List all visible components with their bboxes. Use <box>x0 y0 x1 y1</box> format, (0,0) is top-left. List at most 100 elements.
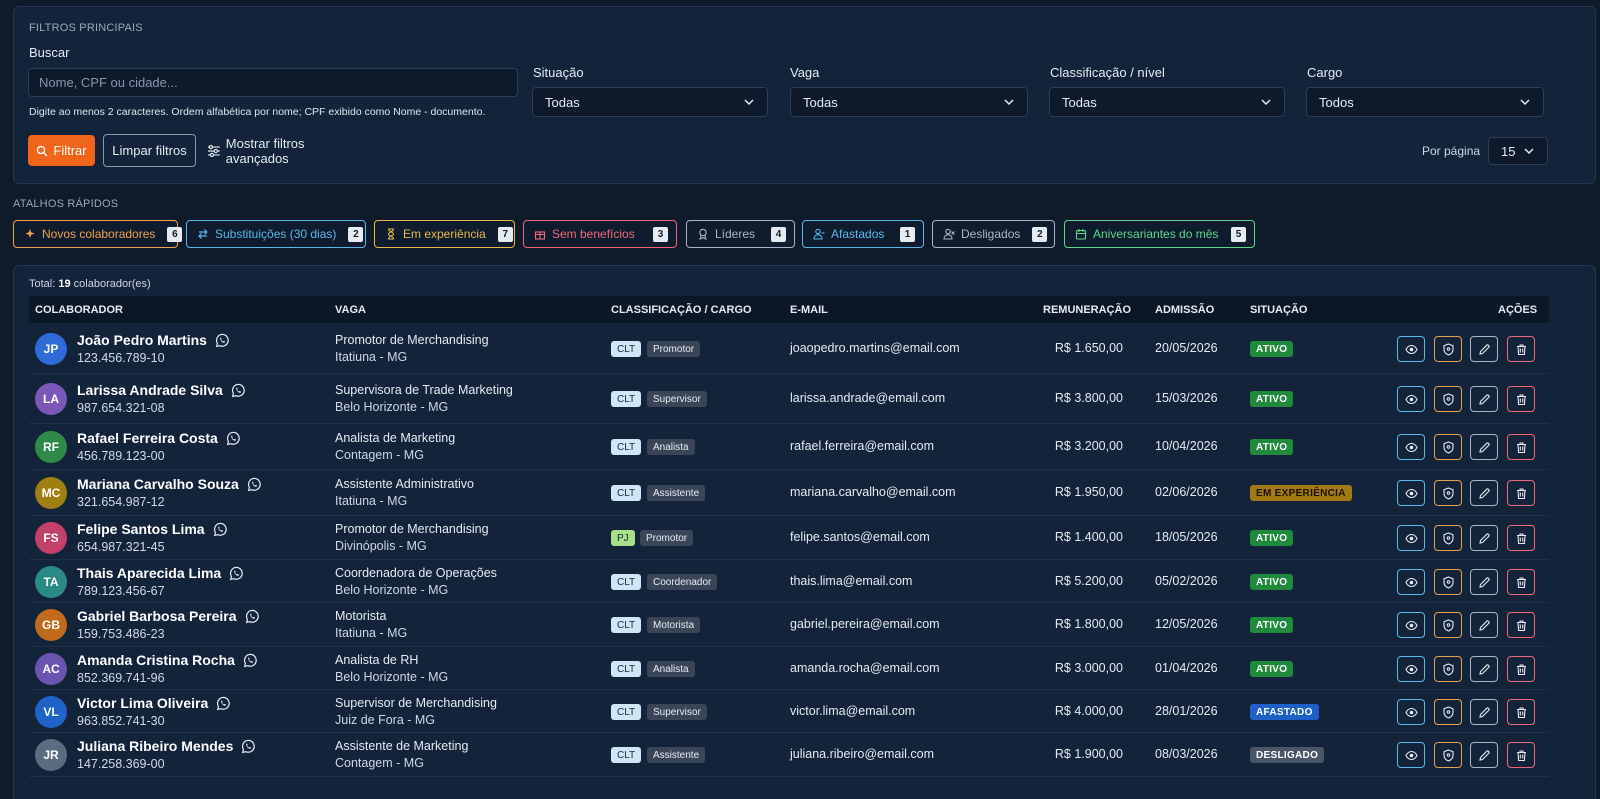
view-button[interactable] <box>1397 386 1425 412</box>
whatsapp-icon[interactable] <box>229 566 244 581</box>
delete-button[interactable] <box>1507 569 1535 595</box>
edit-button[interactable] <box>1470 525 1498 551</box>
permissions-button[interactable] <box>1434 742 1462 768</box>
view-button[interactable] <box>1397 569 1425 595</box>
view-button[interactable] <box>1397 656 1425 682</box>
permissions-button[interactable] <box>1434 656 1462 682</box>
edit-button[interactable] <box>1470 742 1498 768</box>
employee-name[interactable]: Victor Lima Oliveira <box>77 695 231 711</box>
employee-name[interactable]: Thais Aparecida Lima <box>77 565 244 581</box>
filter-button[interactable]: Filtrar <box>28 135 95 166</box>
cargo-select[interactable]: Todos <box>1306 87 1544 117</box>
employee-name[interactable]: Mariana Carvalho Souza <box>77 476 262 492</box>
permissions-button[interactable] <box>1434 525 1462 551</box>
whatsapp-icon[interactable] <box>247 477 262 492</box>
whatsapp-icon[interactable] <box>245 609 260 624</box>
shortcut-substituicoes-30-dias[interactable]: Substituições (30 dias) 2 <box>186 220 366 248</box>
delete-button[interactable] <box>1507 386 1535 412</box>
whatsapp-icon[interactable] <box>243 653 258 668</box>
th-vaga[interactable]: VAGA <box>335 304 366 316</box>
classificacao-select[interactable]: Todas <box>1049 87 1285 117</box>
edit-button[interactable] <box>1470 656 1498 682</box>
shortcut-desligados[interactable]: Desligados 2 <box>932 220 1055 248</box>
shortcut-sem-beneficios[interactable]: Sem benefícios 3 <box>523 220 677 248</box>
employee-email[interactable]: mariana.carvalho@email.com <box>790 485 956 499</box>
shortcut-aniversariantes-do-mes[interactable]: Aniversariantes do mês 5 <box>1064 220 1255 248</box>
delete-button[interactable] <box>1507 699 1535 725</box>
delete-button[interactable] <box>1507 434 1535 460</box>
employee-email[interactable]: felipe.santos@email.com <box>790 530 930 544</box>
edit-button[interactable] <box>1470 569 1498 595</box>
th-admissao[interactable]: ADMISSÃO <box>1155 304 1214 316</box>
permissions-button[interactable] <box>1434 699 1462 725</box>
edit-button[interactable] <box>1470 699 1498 725</box>
view-button[interactable] <box>1397 525 1425 551</box>
employee-name[interactable]: Rafael Ferreira Costa <box>77 430 241 446</box>
delete-button[interactable] <box>1507 525 1535 551</box>
table-row[interactable]: JP João Pedro Martins 123.456.789-10 Promot… <box>29 324 1549 374</box>
employee-email[interactable]: amanda.rocha@email.com <box>790 661 940 675</box>
table-row[interactable]: JR Juliana Ribeiro Mendes 147.258.369-00 As… <box>29 733 1549 777</box>
employee-name[interactable]: Larissa Andrade Silva <box>77 382 246 398</box>
th-colaborador[interactable]: COLABORADOR <box>35 304 123 316</box>
table-row[interactable]: FS Felipe Santos Lima 654.987.321-45 Promot… <box>29 516 1549 560</box>
clear-filters-button[interactable]: Limpar filtros <box>103 134 196 167</box>
table-row[interactable]: GB Gabriel Barbosa Pereira 159.753.486-23 M… <box>29 603 1549 647</box>
table-row[interactable]: LA Larissa Andrade Silva 987.654.321-08 Sup… <box>29 374 1549 424</box>
view-button[interactable] <box>1397 612 1425 638</box>
permissions-button[interactable] <box>1434 569 1462 595</box>
delete-button[interactable] <box>1507 480 1535 506</box>
th-email[interactable]: E-MAIL <box>790 304 828 316</box>
edit-button[interactable] <box>1470 612 1498 638</box>
employee-email[interactable]: rafael.ferreira@email.com <box>790 439 934 453</box>
th-remuneracao[interactable]: REMUNERAÇÃO <box>1043 304 1131 316</box>
employee-name[interactable]: Gabriel Barbosa Pereira <box>77 608 260 624</box>
employee-email[interactable]: larissa.andrade@email.com <box>790 391 945 405</box>
employee-name[interactable]: João Pedro Martins <box>77 332 230 348</box>
employee-email[interactable]: juliana.ribeiro@email.com <box>790 747 934 761</box>
employee-name[interactable]: Juliana Ribeiro Mendes <box>77 738 256 754</box>
per-page-select[interactable]: 15 <box>1488 137 1548 165</box>
permissions-button[interactable] <box>1434 386 1462 412</box>
table-row[interactable]: VL Victor Lima Oliveira 963.852.741-30 Supe… <box>29 690 1549 733</box>
table-row[interactable]: TA Thais Aparecida Lima 789.123.456-67 Coor… <box>29 560 1549 603</box>
permissions-button[interactable] <box>1434 612 1462 638</box>
whatsapp-icon[interactable] <box>216 696 231 711</box>
shortcut-novos-colaboradores[interactable]: Novos colaboradores 6 <box>13 220 183 248</box>
employee-email[interactable]: victor.lima@email.com <box>790 704 915 718</box>
view-button[interactable] <box>1397 742 1425 768</box>
edit-button[interactable] <box>1470 480 1498 506</box>
advanced-filters-button[interactable]: Mostrar filtros avançados <box>207 135 369 166</box>
employee-name[interactable]: Amanda Cristina Rocha <box>77 652 258 668</box>
delete-button[interactable] <box>1507 742 1535 768</box>
th-situacao[interactable]: SITUAÇÃO <box>1250 304 1307 316</box>
permissions-button[interactable] <box>1434 480 1462 506</box>
permissions-button[interactable] <box>1434 434 1462 460</box>
delete-button[interactable] <box>1507 336 1535 362</box>
employee-email[interactable]: joaopedro.martins@email.com <box>790 341 960 355</box>
whatsapp-icon[interactable] <box>231 383 246 398</box>
shortcut-em-experiencia[interactable]: Em experiência 7 <box>374 220 515 248</box>
edit-button[interactable] <box>1470 434 1498 460</box>
view-button[interactable] <box>1397 699 1425 725</box>
shortcut-lideres[interactable]: Líderes 4 <box>686 220 795 248</box>
permissions-button[interactable] <box>1434 336 1462 362</box>
whatsapp-icon[interactable] <box>213 522 228 537</box>
edit-button[interactable] <box>1470 336 1498 362</box>
table-row[interactable]: AC Amanda Cristina Rocha 852.369.741-96 Ana… <box>29 647 1549 690</box>
view-button[interactable] <box>1397 336 1425 362</box>
delete-button[interactable] <box>1507 656 1535 682</box>
table-row[interactable]: MC Mariana Carvalho Souza 321.654.987-12 As… <box>29 470 1549 516</box>
search-input[interactable]: Nome, CPF ou cidade... <box>28 68 518 97</box>
edit-button[interactable] <box>1470 386 1498 412</box>
employee-email[interactable]: gabriel.pereira@email.com <box>790 617 940 631</box>
vaga-select[interactable]: Todas <box>790 87 1028 117</box>
th-classificacao[interactable]: CLASSIFICAÇÃO / CARGO <box>611 304 752 316</box>
situacao-select[interactable]: Todas <box>532 87 768 117</box>
whatsapp-icon[interactable] <box>241 739 256 754</box>
employee-email[interactable]: thais.lima@email.com <box>790 574 912 588</box>
view-button[interactable] <box>1397 480 1425 506</box>
delete-button[interactable] <box>1507 612 1535 638</box>
employee-name[interactable]: Felipe Santos Lima <box>77 521 228 537</box>
whatsapp-icon[interactable] <box>226 431 241 446</box>
